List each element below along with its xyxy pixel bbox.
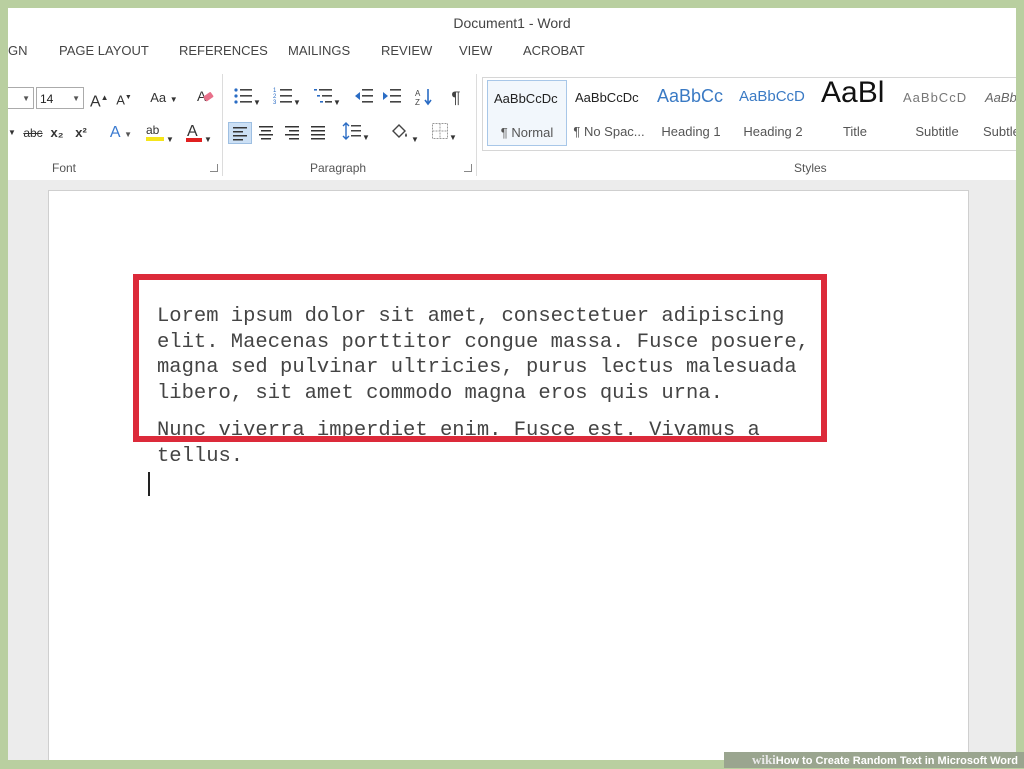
watermark-text: How to Create Random Text in Microsoft W… bbox=[775, 755, 1018, 767]
style-subtitle[interactable]: AaBbCcD Subtitle bbox=[897, 80, 977, 146]
group-divider bbox=[476, 74, 477, 176]
align-left-icon bbox=[233, 127, 247, 141]
highlighter-icon: ab bbox=[146, 123, 165, 141]
multilevel-list-button[interactable]: ▼ bbox=[310, 87, 344, 109]
style-heading-1[interactable]: AaBbCc Heading 1 bbox=[651, 80, 731, 146]
font-size-dropdown[interactable]: 14 ▼ bbox=[36, 87, 84, 109]
paragraph-group-label: Paragraph bbox=[310, 161, 367, 175]
watermark-brand: wiki bbox=[751, 752, 776, 767]
styles-gallery: AaBbCcDc ¶ Normal AaBbCcDc ¶ No Spac... … bbox=[482, 77, 1016, 151]
pilcrow-icon: ¶ bbox=[451, 88, 461, 107]
align-center-button[interactable] bbox=[254, 122, 278, 144]
paint-bucket-icon bbox=[392, 124, 408, 138]
justify-button[interactable] bbox=[306, 122, 330, 144]
justify-icon bbox=[311, 126, 325, 140]
tab-review[interactable]: REVIEW bbox=[381, 43, 432, 58]
bullets-button[interactable]: ▼ bbox=[230, 87, 264, 109]
watermark: wikiHow to Create Random Text in Microso… bbox=[724, 752, 1024, 768]
decrease-indent-icon bbox=[355, 89, 373, 103]
ribbon: ▼ 14 ▼ A▲ A▼ Aa ▼ A ▼ abc x₂ x² A ▼ ab ▼… bbox=[8, 70, 1016, 181]
numbering-button[interactable]: 1 2 3 ▼ bbox=[270, 87, 304, 109]
window-title: Document1 - Word bbox=[453, 15, 571, 31]
eraser-icon: A bbox=[197, 88, 214, 104]
svg-text:ab: ab bbox=[146, 123, 160, 137]
line-spacing-button[interactable]: ▼ bbox=[338, 122, 374, 144]
shrink-font-button[interactable]: A▼ bbox=[116, 87, 132, 109]
paragraph-dialog-launcher-icon[interactable] bbox=[464, 164, 472, 172]
font-name-dropdown[interactable]: ▼ bbox=[8, 87, 34, 109]
svg-text:A: A bbox=[415, 89, 421, 98]
sort-button[interactable]: A Z bbox=[412, 87, 436, 109]
style-subtle-emphasis[interactable]: AaBb Subtle bbox=[979, 80, 1016, 146]
increase-indent-button[interactable] bbox=[380, 87, 404, 109]
group-divider bbox=[222, 74, 223, 176]
styles-group-label: Styles bbox=[794, 161, 827, 175]
subscript-button[interactable]: x₂ bbox=[48, 122, 66, 144]
style-no-spacing[interactable]: AaBbCcDc ¶ No Spac... bbox=[569, 80, 649, 146]
text-effects-button[interactable]: A ▼ bbox=[106, 122, 136, 144]
style-title[interactable]: AaBl Title bbox=[815, 80, 895, 146]
font-color-icon: A bbox=[186, 123, 203, 142]
font-dialog-launcher-icon[interactable] bbox=[210, 164, 218, 172]
bullet-list-icon bbox=[234, 88, 253, 104]
strikethrough-button[interactable]: abc bbox=[21, 122, 45, 144]
document-area[interactable]: Lorem ipsum dolor sit amet, consectetuer… bbox=[8, 180, 1016, 760]
align-right-icon bbox=[285, 126, 299, 140]
font-color-button[interactable]: A ▼ bbox=[180, 122, 216, 144]
change-case-button[interactable]: Aa ▼ bbox=[147, 87, 181, 109]
svg-text:Z: Z bbox=[415, 98, 420, 107]
superscript-button[interactable]: x² bbox=[72, 122, 90, 144]
tab-references[interactable]: REFERENCES bbox=[179, 43, 268, 58]
align-left-button[interactable] bbox=[228, 122, 252, 144]
align-right-button[interactable] bbox=[280, 122, 304, 144]
font-size-value: 14 bbox=[40, 92, 54, 106]
borders-button[interactable]: ▼ bbox=[426, 122, 462, 144]
paragraph-2[interactable]: Nunc viverra imperdiet enim. Fusce est. … bbox=[157, 418, 847, 469]
tab-view[interactable]: VIEW bbox=[459, 43, 492, 58]
show-formatting-marks-button[interactable]: ¶ bbox=[446, 87, 466, 109]
borders-icon bbox=[432, 123, 449, 139]
chevron-down-icon: ▼ bbox=[22, 94, 30, 103]
text-highlight-button[interactable]: ab ▼ bbox=[142, 122, 176, 144]
decrease-indent-button[interactable] bbox=[352, 87, 376, 109]
sort-az-icon: A Z bbox=[415, 89, 432, 107]
numbered-list-icon: 1 2 3 bbox=[273, 88, 293, 106]
tab-mailings[interactable]: MAILINGS bbox=[288, 43, 350, 58]
style-heading-2[interactable]: AaBbCcD Heading 2 bbox=[733, 80, 813, 146]
tab-design[interactable]: GN bbox=[8, 43, 28, 58]
increase-indent-icon bbox=[383, 89, 401, 103]
font-group-label: Font bbox=[52, 161, 77, 175]
tab-acrobat[interactable]: ACROBAT bbox=[523, 43, 585, 58]
document-page[interactable]: Lorem ipsum dolor sit amet, consectetuer… bbox=[48, 190, 969, 760]
text-cursor bbox=[148, 472, 150, 496]
ribbon-tabs: GN PAGE LAYOUT REFERENCES MAILINGS REVIE… bbox=[8, 40, 1016, 66]
shading-button[interactable]: ▼ bbox=[386, 122, 422, 144]
paragraph-1[interactable]: Lorem ipsum dolor sit amet, consectetuer… bbox=[157, 304, 847, 406]
svg-text:A: A bbox=[187, 123, 198, 140]
grow-font-button[interactable]: A▲ bbox=[90, 87, 109, 110]
svg-text:3: 3 bbox=[273, 100, 277, 105]
tab-page-layout[interactable]: PAGE LAYOUT bbox=[59, 43, 149, 58]
align-center-icon bbox=[259, 126, 273, 140]
clear-formatting-button[interactable]: A bbox=[194, 87, 216, 109]
chevron-down-icon[interactable]: ▼ bbox=[8, 122, 16, 144]
multilevel-list-icon bbox=[314, 89, 333, 103]
style-normal[interactable]: AaBbCcDc ¶ Normal bbox=[487, 80, 567, 146]
word-window: Document1 - Word GN PAGE LAYOUT REFERENC… bbox=[8, 8, 1016, 760]
chevron-down-icon: ▼ bbox=[72, 94, 80, 103]
document-text[interactable]: Lorem ipsum dolor sit amet, consectetuer… bbox=[157, 304, 847, 470]
line-spacing-icon bbox=[342, 122, 362, 140]
